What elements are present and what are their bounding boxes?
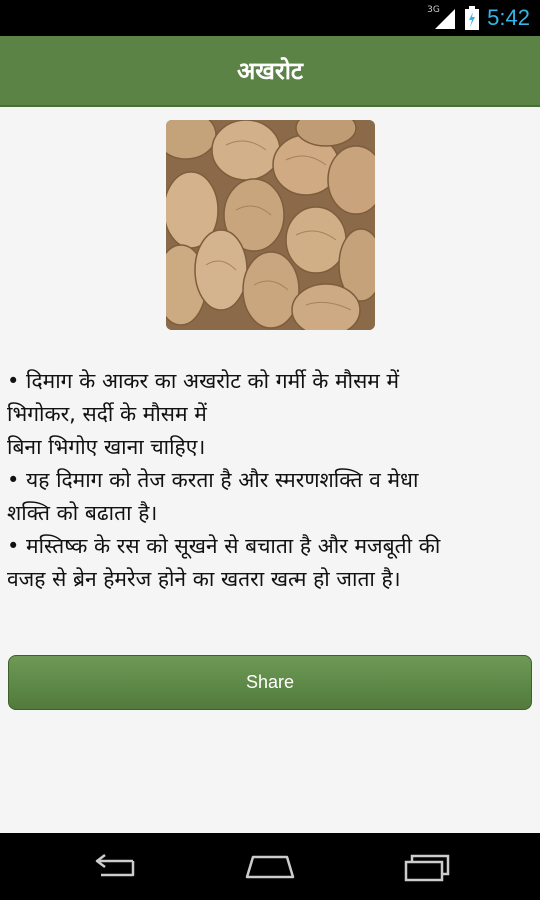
content-line: भिगोकर, सर्दी के मौसम में	[7, 402, 207, 426]
app-header: अखरोट	[0, 36, 540, 107]
content-line: वजह से ब्रेन हेमरेज होने का खतरा खत्म हो…	[7, 567, 401, 591]
home-button[interactable]	[225, 833, 315, 900]
network-type-label: 3G	[427, 5, 440, 15]
signal-icon: 3G	[427, 5, 457, 29]
walnut-photo	[166, 120, 375, 330]
content-line: • दिमाग के आकर का अखरोट को गर्मी के मौसम…	[7, 369, 400, 393]
status-bar: 3G 5:42	[0, 0, 540, 36]
screen: 3G 5:42 अखरोट • दिमाग के आकर का अखरोट को…	[0, 0, 540, 900]
nav-bar	[0, 833, 540, 900]
content-line: • मस्तिष्क के रस को सूखने से बचाता है और…	[7, 534, 441, 558]
recent-apps-icon	[404, 854, 450, 881]
content-line: बिना भिगोए खाना चाहिए।	[7, 435, 206, 459]
home-icon	[245, 855, 295, 878]
status-time: 5:42	[487, 5, 530, 30]
content-line: • यह दिमाग को तेज करता है और स्मरणशक्ति …	[7, 468, 419, 492]
share-button[interactable]: Share	[8, 655, 532, 710]
content-line: शक्ति को बढाता है।	[7, 501, 158, 525]
back-icon	[95, 853, 135, 876]
page-title: अखरोट	[236, 57, 304, 85]
recent-apps-button[interactable]	[382, 833, 472, 900]
content-text: • दिमाग के आकर का अखरोट को गर्मी के मौसम…	[7, 365, 533, 596]
status-icons: 3G 5:42	[427, 0, 530, 36]
back-button[interactable]	[68, 833, 158, 900]
battery-icon	[465, 6, 480, 30]
